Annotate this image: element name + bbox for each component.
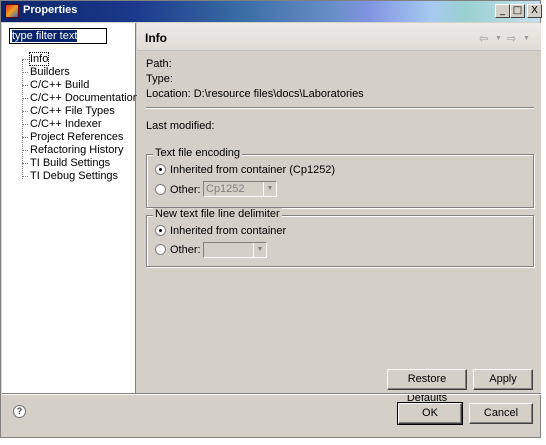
- tree-item-builders[interactable]: Builders: [22, 66, 70, 79]
- apply-button[interactable]: Apply: [473, 369, 533, 390]
- property-page: Info ⇦ ▼ ⇨ ▼ Path: Type: Location: D:\re…: [137, 23, 541, 404]
- maximize-button[interactable]: □: [510, 4, 525, 18]
- line-delimiter-group: New text file line delimiter Inherited f…: [146, 208, 534, 267]
- tree-item-info[interactable]: Info: [22, 52, 50, 66]
- tree-item-cpp-file-types[interactable]: C/C++ File Types: [22, 105, 115, 118]
- last-modified-label: Last modified:: [146, 120, 215, 132]
- help-icon[interactable]: ?: [13, 405, 26, 418]
- location-label: Location:: [146, 88, 191, 100]
- properties-dialog: Properties _ □ X type filter text Info B…: [0, 0, 542, 438]
- page-title: Info: [145, 31, 167, 45]
- back-arrow-icon[interactable]: ⇦: [479, 32, 488, 45]
- page-header: Info ⇦ ▼ ⇨ ▼: [137, 23, 541, 51]
- tree-item-ti-build-settings[interactable]: TI Build Settings: [22, 157, 110, 170]
- dialog-button-separator: [2, 393, 541, 395]
- tree-item-cpp-documentation[interactable]: C/C++ Documentation: [22, 92, 139, 105]
- title-bar[interactable]: Properties _ □ X: [1, 1, 542, 22]
- cancel-button[interactable]: Cancel: [469, 403, 533, 424]
- encoding-inherited-radio[interactable]: Inherited from container (Cp1252): [155, 164, 335, 176]
- radio-checked-icon: [155, 164, 166, 175]
- tree-item-cpp-build[interactable]: C/C++ Build: [22, 79, 89, 92]
- close-button[interactable]: X: [527, 4, 542, 18]
- ok-button[interactable]: OK: [397, 402, 463, 425]
- radio-checked-icon: [155, 225, 166, 236]
- line-delimiter-group-label: New text file line delimiter: [153, 208, 282, 220]
- delimiter-other-radio[interactable]: Other:: [155, 244, 201, 256]
- delimiter-other-combo[interactable]: ▼: [203, 242, 267, 258]
- forward-arrow-icon[interactable]: ⇨: [507, 32, 516, 45]
- tree-item-project-references[interactable]: Project References: [22, 131, 124, 144]
- text-encoding-group-label: Text file encoding: [153, 147, 242, 159]
- chevron-down-icon: ▼: [253, 243, 266, 257]
- encoding-other-combo[interactable]: Cp1252 ▼: [203, 181, 277, 197]
- forward-dropdown-icon[interactable]: ▼: [523, 35, 530, 42]
- restore-defaults-button[interactable]: Restore Defaults: [387, 369, 467, 404]
- type-label: Type:: [146, 73, 173, 85]
- tree-item-ti-debug-settings[interactable]: TI Debug Settings: [22, 170, 118, 183]
- encoding-other-radio[interactable]: Other:: [155, 184, 201, 196]
- category-panel: type filter text Info Builders C/C++ Bui…: [2, 23, 139, 393]
- back-dropdown-icon[interactable]: ▼: [495, 35, 502, 42]
- location-row: Location: D:\resource files\docs\Laborat…: [146, 88, 364, 100]
- chevron-down-icon: ▼: [263, 182, 276, 196]
- delimiter-inherited-radio[interactable]: Inherited from container: [155, 225, 286, 237]
- minimize-button[interactable]: _: [495, 4, 510, 18]
- app-icon: [5, 4, 19, 18]
- filter-text: type filter text: [12, 30, 78, 42]
- radio-unchecked-icon: [155, 244, 166, 255]
- tree-item-refactoring-history[interactable]: Refactoring History: [22, 144, 124, 157]
- radio-unchecked-icon: [155, 184, 166, 195]
- filter-input[interactable]: type filter text: [9, 28, 107, 44]
- tree-item-cpp-indexer[interactable]: C/C++ Indexer: [22, 118, 102, 131]
- location-value: D:\resource files\docs\Laboratories: [193, 88, 364, 100]
- path-label: Path:: [146, 58, 172, 70]
- text-encoding-group: Text file encoding Inherited from contai…: [146, 147, 534, 208]
- info-separator: [146, 107, 534, 109]
- window-title: Properties: [23, 4, 78, 16]
